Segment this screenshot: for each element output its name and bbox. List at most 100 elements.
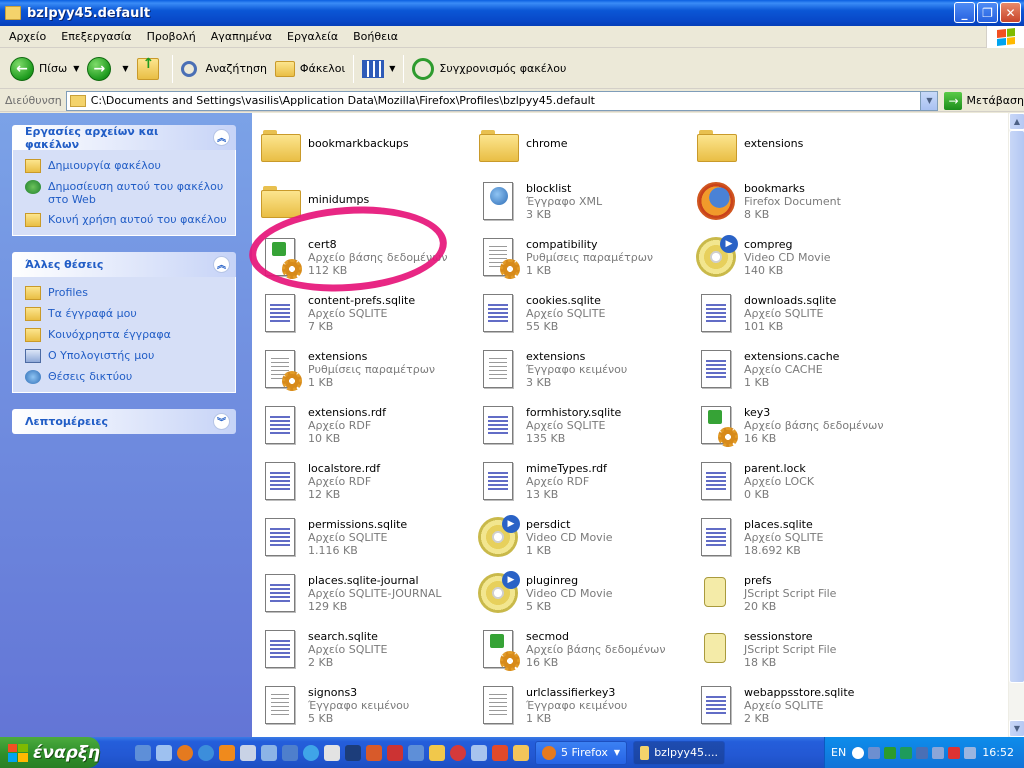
file-item[interactable]: mimeTypes.rdf Αρχείο RDF 13 KB (476, 455, 694, 511)
app-icon[interactable] (261, 744, 277, 761)
file-item[interactable]: downloads.sqlite Αρχείο SQLITE 101 KB (694, 287, 912, 343)
app-icon[interactable] (450, 744, 466, 761)
photoshop-icon[interactable] (345, 744, 361, 761)
file-item[interactable]: search.sqlite Αρχείο SQLITE 2 KB (258, 623, 476, 679)
maximize-button[interactable]: ❐ (977, 2, 998, 23)
app-icon[interactable] (303, 744, 319, 761)
file-item[interactable]: parent.lock Αρχείο LOCK 0 KB (694, 455, 912, 511)
file-item[interactable]: permissions.sqlite Αρχείο SQLITE 1.116 KB (258, 511, 476, 567)
chevron-down-icon[interactable]: ▼ (122, 64, 128, 73)
collapse-icon[interactable]: ︽ (213, 129, 230, 146)
file-item[interactable]: blocklist Έγγραφο XML 3 KB (476, 175, 694, 231)
vlc-icon[interactable] (219, 744, 235, 761)
forward-button[interactable]: → ▼ (83, 53, 132, 85)
ie-icon[interactable] (198, 744, 214, 761)
tray-app-icon[interactable] (932, 746, 945, 759)
start-button[interactable]: έναρξη (0, 737, 100, 768)
menu-help[interactable]: Βοήθεια (344, 30, 404, 43)
file-item[interactable]: extensions.rdf Αρχείο RDF 10 KB (258, 399, 476, 455)
place-profiles[interactable]: Profiles (25, 286, 229, 300)
file-item[interactable]: cookies.sqlite Αρχείο SQLITE 55 KB (476, 287, 694, 343)
file-item[interactable]: compregVideo CD Movie140 KB (694, 231, 912, 287)
scroll-down-icon[interactable]: ▼ (1009, 720, 1024, 737)
app-icon[interactable] (429, 744, 445, 761)
file-item[interactable]: compatibility Ρυθμίσεις παραμέτρων 1 KB (476, 231, 694, 287)
chevron-down-icon[interactable]: ▼ (73, 64, 79, 73)
app-icon[interactable] (282, 744, 298, 761)
address-input[interactable]: C:\Documents and Settings\vasilis\Applic… (65, 90, 939, 111)
sync-folder-button[interactable]: Συγχρονισμός φακέλου (408, 53, 570, 85)
menu-favorites[interactable]: Αγαπημένα (202, 30, 278, 43)
tray-app-icon[interactable] (900, 746, 913, 759)
tray-app-icon[interactable] (868, 746, 881, 759)
collapse-icon[interactable]: ︽ (213, 256, 230, 273)
file-item[interactable]: urlclassifierkey3 Έγγραφο κειμένου 1 KB (476, 679, 694, 735)
app-icon[interactable] (471, 744, 487, 761)
file-item[interactable]: sessionstore JScript Script File 18 KB (694, 623, 912, 679)
file-item[interactable]: extensions.cache Αρχείο CACHE 1 KB (694, 343, 912, 399)
vertical-scrollbar[interactable]: ▲ ▼ (1008, 113, 1024, 737)
taskbar-firefox-group[interactable]: 5 Firefox ▼ (535, 740, 627, 765)
file-item[interactable]: formhistory.sqlite Αρχείο SQLITE 135 KB (476, 399, 694, 455)
file-item[interactable]: signons3 Έγγραφο κειμένου 5 KB (258, 679, 476, 735)
place-my-documents[interactable]: Τα έγγραφά μου (25, 307, 229, 321)
file-tasks-header[interactable]: Εργασίες αρχείων και φακέλων ︽ (12, 125, 236, 151)
taskbar-explorer-window[interactable]: bzlpyy45.... (633, 740, 725, 765)
firefox-icon[interactable] (177, 744, 193, 761)
other-places-header[interactable]: Άλλες θέσεις ︽ (12, 252, 236, 277)
details-header[interactable]: Λεπτομέρειες ︾ (12, 409, 236, 434)
file-item[interactable]: extensions Ρυθμίσεις παραμέτρων 1 KB (258, 343, 476, 399)
file-item[interactable]: bookmarks Firefox Document 8 KB (694, 175, 912, 231)
show-desktop-icon[interactable] (135, 744, 151, 761)
menu-view[interactable]: Προβολή (138, 30, 202, 43)
menu-edit[interactable]: Επεξεργασία (52, 30, 137, 43)
tray-expand-icon[interactable] (852, 746, 865, 759)
file-item[interactable]: places.sqlite-journal Αρχείο SQLITE-JOURN… (258, 567, 476, 623)
task-share-folder[interactable]: Κοινή χρήση αυτού του φακέλου (25, 213, 229, 227)
app-icon[interactable] (408, 744, 424, 761)
task-new-folder[interactable]: Δημιουργία φακέλου (25, 159, 229, 173)
file-item[interactable]: extensions (694, 119, 912, 175)
place-my-computer[interactable]: Ο Υπολογιστής μου (25, 349, 229, 363)
tray-app-icon[interactable] (884, 746, 897, 759)
app-icon[interactable] (366, 744, 382, 761)
views-button[interactable]: ▼ (358, 53, 399, 85)
network-icon[interactable] (916, 746, 929, 759)
menu-file[interactable]: Αρχείο (0, 30, 52, 43)
file-item[interactable]: persdictVideo CD Movie1 KB (476, 511, 694, 567)
file-item[interactable]: localstore.rdf Αρχείο RDF 12 KB (258, 455, 476, 511)
chevron-down-icon[interactable]: ▼ (920, 91, 938, 110)
file-item[interactable]: places.sqlite Αρχείο SQLITE 18.692 KB (694, 511, 912, 567)
up-folder-button[interactable]: ↑ (133, 53, 168, 85)
file-item[interactable]: cert8 Αρχείο βάσης δεδομένων 112 KB (258, 231, 476, 287)
minimize-button[interactable]: _ (954, 2, 975, 23)
back-button[interactable]: ← Πίσω ▼ (6, 53, 83, 85)
app-icon[interactable] (324, 744, 340, 761)
dvd-icon[interactable] (387, 744, 403, 761)
file-item[interactable]: secmod Αρχείο βάσης δεδομένων 16 KB (476, 623, 694, 679)
file-item[interactable]: content-prefs.sqlite Αρχείο SQLITE 7 KB (258, 287, 476, 343)
place-network[interactable]: Θέσεις δικτύου (25, 370, 229, 384)
task-publish-web[interactable]: Δημοσίευση αυτού του φακέλου στο Web (25, 180, 229, 206)
file-item[interactable]: webappsstore.sqlite Αρχείο SQLITE 2 KB (694, 679, 912, 735)
app-icon[interactable] (240, 744, 256, 761)
file-item[interactable]: prefs JScript Script File 20 KB (694, 567, 912, 623)
scroll-up-icon[interactable]: ▲ (1009, 113, 1024, 130)
file-item[interactable]: minidumps (258, 175, 476, 231)
scroll-thumb[interactable] (1009, 130, 1024, 683)
file-item[interactable]: chrome (476, 119, 694, 175)
close-button[interactable]: ✕ (1000, 2, 1021, 23)
expand-icon[interactable]: ︾ (213, 413, 230, 430)
file-item[interactable]: extensions Έγγραφο κειμένου 3 KB (476, 343, 694, 399)
language-indicator[interactable]: EN (831, 746, 846, 759)
file-item[interactable]: key3 Αρχείο βάσης δεδομένων 16 KB (694, 399, 912, 455)
folders-button[interactable]: Φάκελοι (271, 53, 349, 85)
chevron-down-icon[interactable]: ▼ (389, 64, 395, 73)
search-button[interactable]: Αναζήτηση (177, 53, 271, 85)
volume-icon[interactable] (964, 746, 977, 759)
place-shared-documents[interactable]: Κοινόχρηστα έγγραφα (25, 328, 229, 342)
file-item[interactable]: bookmarkbackups (258, 119, 476, 175)
explorer-icon[interactable] (156, 744, 172, 761)
go-button[interactable]: → Μετάβαση (944, 91, 1024, 110)
app-icon[interactable] (513, 744, 529, 761)
